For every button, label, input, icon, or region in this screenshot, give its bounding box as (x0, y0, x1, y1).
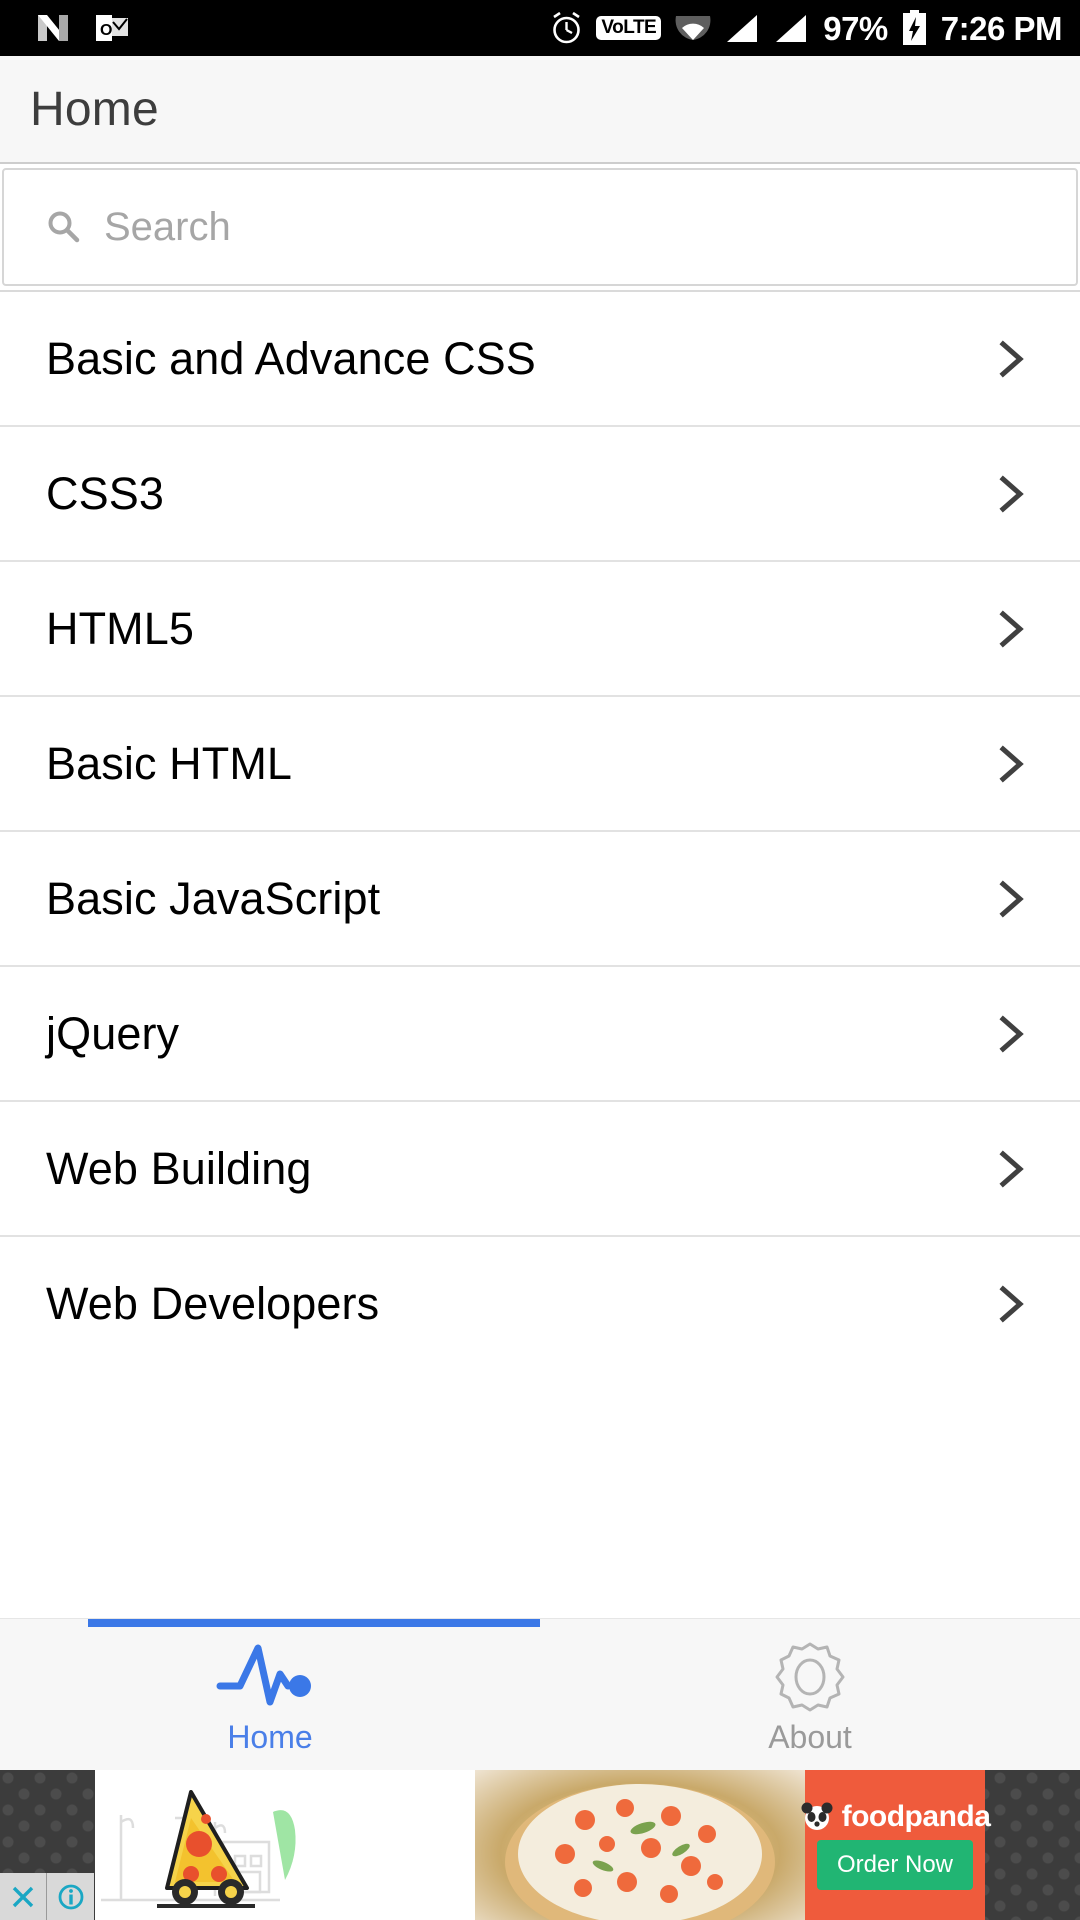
close-icon (12, 1886, 34, 1907)
search-bar[interactable]: Search (2, 168, 1078, 286)
search-input[interactable]: Search (104, 205, 231, 250)
list-item[interactable]: Web Developers (0, 1235, 1080, 1370)
list-item[interactable]: Basic JavaScript (0, 830, 1080, 965)
chevron-right-icon[interactable] (988, 1281, 1034, 1327)
tab-home[interactable]: Home (0, 1619, 540, 1770)
ad-brand: foodpanda (800, 1800, 991, 1834)
list-item[interactable]: jQuery (0, 965, 1080, 1100)
status-bar: O VoLTE 97% 7:26 PM (0, 0, 1080, 56)
list-item-label: Basic HTML (46, 737, 293, 789)
svg-text:O: O (100, 22, 112, 39)
ad-photo-panel (475, 1770, 805, 1920)
tab-about[interactable]: About (540, 1619, 1080, 1770)
clock-label: 7:26 PM (940, 9, 1063, 47)
alarm-icon (553, 11, 581, 43)
search-container: Search (0, 164, 1080, 290)
info-icon (58, 1884, 83, 1909)
battery-percent-label: 97% (823, 9, 888, 47)
status-bar-right-icons: VoLTE 97% 7:26 PM (550, 9, 1063, 47)
chevron-right-icon[interactable] (988, 1011, 1034, 1057)
panda-icon (801, 1802, 833, 1830)
search-icon (48, 211, 80, 243)
ad-illustration-panel (95, 1770, 475, 1920)
ad-brand-label: foodpanda (841, 1800, 991, 1833)
gear-icon (773, 1641, 847, 1713)
ad-info-button[interactable] (47, 1873, 94, 1920)
order-now-button[interactable]: Order Now (816, 1840, 974, 1890)
list-item-label: Basic and Advance CSS (46, 332, 536, 384)
chevron-right-icon[interactable] (988, 876, 1034, 922)
phone-screen: O VoLTE 97% 7:26 PM Home Search Basic an… (0, 0, 1080, 1920)
list-item-label: HTML5 (46, 602, 195, 654)
topic-list: Basic and Advance CSS CSS3 HTML5 Basic H… (0, 290, 1080, 1618)
chevron-right-icon[interactable] (988, 1146, 1034, 1192)
signal-icon-2 (776, 14, 807, 42)
app-bar: Home (0, 56, 1080, 164)
battery-charging-icon (902, 10, 926, 45)
list-item[interactable]: CSS3 (0, 425, 1080, 560)
volte-icon: VoLTE (596, 16, 662, 40)
list-item-label: Basic JavaScript (46, 872, 381, 924)
list-item-label: jQuery (46, 1007, 180, 1059)
ad-controls (0, 1873, 94, 1920)
list-item[interactable]: HTML5 (0, 560, 1080, 695)
ad-close-button[interactable] (0, 1873, 47, 1920)
chevron-right-icon[interactable] (988, 336, 1034, 382)
ad-brand-panel[interactable]: foodpanda Order Now (801, 1770, 991, 1920)
wifi-icon (675, 15, 711, 40)
ad-content: foodpanda Order Now (95, 1770, 991, 1920)
chevron-right-icon[interactable] (988, 741, 1034, 787)
outlook-icon: O (96, 15, 128, 41)
active-tab-indicator (88, 1619, 540, 1627)
list-item[interactable]: Basic and Advance CSS (0, 290, 1080, 425)
page-title: Home (30, 82, 159, 136)
list-item-label: CSS3 (46, 467, 164, 519)
list-item-label: Web Developers (46, 1277, 380, 1329)
signal-icon-1 (727, 14, 758, 42)
list-item-label: Web Building (46, 1142, 312, 1194)
tab-home-label: Home (227, 1719, 313, 1755)
bottom-navigation: Home About (0, 1618, 1080, 1770)
ad-banner[interactable]: foodpanda Order Now (0, 1770, 1080, 1920)
pizza-car-icon (101, 1790, 296, 1908)
tab-about-label: About (768, 1719, 852, 1755)
pulse-icon (214, 1641, 326, 1713)
list-item[interactable]: Basic HTML (0, 695, 1080, 830)
android-n-icon (38, 15, 68, 41)
chevron-right-icon[interactable] (988, 471, 1034, 517)
status-bar-left-icons: O (36, 13, 128, 43)
pizza-photo (505, 1784, 775, 1920)
chevron-right-icon[interactable] (988, 606, 1034, 652)
list-item[interactable]: Web Building (0, 1100, 1080, 1235)
